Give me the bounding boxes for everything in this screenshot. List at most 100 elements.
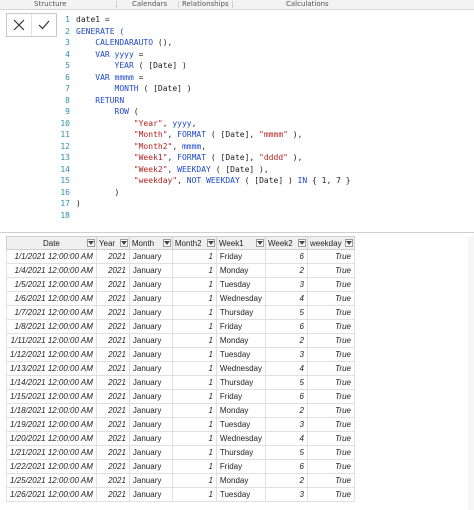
- table-cell-weekday[interactable]: True: [307, 249, 355, 264]
- table-cell-year[interactable]: 2021: [95, 431, 130, 446]
- table-cell-week2[interactable]: 5: [265, 375, 308, 390]
- table-cell-week2[interactable]: 6: [265, 459, 308, 474]
- table-cell-month2[interactable]: 1: [171, 305, 217, 320]
- table-cell-year[interactable]: 2021: [95, 473, 130, 488]
- table-cell-month[interactable]: January: [128, 375, 173, 390]
- table-cell-date[interactable]: 1/6/2021 12:00:00 AM: [6, 291, 97, 306]
- table-cell-year[interactable]: 2021: [95, 347, 130, 362]
- table-cell-date[interactable]: 1/4/2021 12:00:00 AM: [6, 263, 97, 278]
- column-header-year[interactable]: Year: [95, 236, 130, 250]
- table-cell-week1[interactable]: Friday: [215, 459, 267, 474]
- table-cell-month[interactable]: January: [128, 291, 173, 306]
- filter-dropdown-icon[interactable]: [298, 239, 306, 247]
- table-cell-weekday[interactable]: True: [307, 487, 355, 502]
- table-cell-month[interactable]: January: [128, 277, 173, 292]
- table-cell-year[interactable]: 2021: [95, 445, 130, 460]
- table-cell-week1[interactable]: Thursday: [215, 445, 267, 460]
- table-cell-date[interactable]: 1/20/2021 12:00:00 AM: [6, 431, 97, 446]
- table-cell-month2[interactable]: 1: [171, 319, 217, 334]
- table-cell-weekday[interactable]: True: [307, 403, 355, 418]
- table-cell-week2[interactable]: 3: [265, 347, 308, 362]
- table-cell-date[interactable]: 1/7/2021 12:00:00 AM: [6, 305, 97, 320]
- table-cell-month2[interactable]: 1: [171, 277, 217, 292]
- filter-dropdown-icon[interactable]: [256, 239, 264, 247]
- table-cell-weekday[interactable]: True: [307, 347, 355, 362]
- table-cell-week2[interactable]: 2: [265, 403, 308, 418]
- table-cell-year[interactable]: 2021: [95, 263, 130, 278]
- table-cell-year[interactable]: 2021: [95, 291, 130, 306]
- table-cell-year[interactable]: 2021: [95, 305, 130, 320]
- table-row[interactable]: 1/5/2021 12:00:00 AM 2021 January 1 Tuesday 3…: [6, 277, 355, 292]
- table-cell-month[interactable]: January: [128, 263, 173, 278]
- table-cell-year[interactable]: 2021: [95, 319, 130, 334]
- table-cell-month[interactable]: January: [128, 417, 173, 432]
- column-header-month2[interactable]: Month2: [171, 236, 217, 250]
- table-cell-week1[interactable]: Wednesday: [215, 291, 267, 306]
- table-cell-week2[interactable]: 2: [265, 263, 308, 278]
- table-cell-month2[interactable]: 1: [171, 375, 217, 390]
- table-cell-month[interactable]: January: [128, 403, 173, 418]
- table-cell-month[interactable]: January: [128, 445, 173, 460]
- table-cell-month2[interactable]: 1: [171, 333, 217, 348]
- table-row[interactable]: 1/25/2021 12:00:00 AM 2021 January 1 Monday 2…: [6, 473, 355, 488]
- table-cell-year[interactable]: 2021: [95, 389, 130, 404]
- filter-dropdown-icon[interactable]: [206, 239, 215, 247]
- table-cell-weekday[interactable]: True: [307, 459, 355, 474]
- table-cell-week2[interactable]: 2: [265, 333, 308, 348]
- column-header-week1[interactable]: Week1: [215, 236, 267, 250]
- commit-button[interactable]: [31, 14, 56, 36]
- table-cell-date[interactable]: 1/14/2021 12:00:00 AM: [6, 375, 97, 390]
- table-cell-week1[interactable]: Wednesday: [215, 431, 267, 446]
- table-row[interactable]: 1/14/2021 12:00:00 AM 2021 January 1 Thursda…: [6, 375, 355, 390]
- table-row[interactable]: 1/15/2021 12:00:00 AM 2021 January 1 Friday 6…: [6, 389, 355, 404]
- table-cell-month[interactable]: January: [128, 319, 173, 334]
- vertical-scrollbar[interactable]: [468, 236, 474, 510]
- filter-dropdown-icon[interactable]: [345, 239, 353, 247]
- table-cell-week2[interactable]: 5: [265, 445, 308, 460]
- table-cell-weekday[interactable]: True: [307, 445, 355, 460]
- table-cell-week1[interactable]: Monday: [215, 403, 267, 418]
- table-cell-week2[interactable]: 3: [265, 277, 308, 292]
- table-row[interactable]: 1/13/2021 12:00:00 AM 2021 January 1 Wednesd…: [6, 361, 355, 376]
- column-header-week2[interactable]: Week2: [265, 236, 308, 250]
- table-cell-month2[interactable]: 1: [171, 361, 217, 376]
- table-cell-month[interactable]: January: [128, 431, 173, 446]
- table-cell-week1[interactable]: Friday: [215, 389, 267, 404]
- table-cell-month2[interactable]: 1: [171, 487, 217, 502]
- table-cell-date[interactable]: 1/5/2021 12:00:00 AM: [6, 277, 97, 292]
- table-row[interactable]: 1/22/2021 12:00:00 AM 2021 January 1 Friday 6…: [6, 459, 355, 474]
- table-row[interactable]: 1/7/2021 12:00:00 AM 2021 January 1 Thursday…: [6, 305, 355, 320]
- table-cell-weekday[interactable]: True: [307, 361, 355, 376]
- table-row[interactable]: 1/11/2021 12:00:00 AM 2021 January 1 Monday 2…: [6, 333, 355, 348]
- table-cell-week2[interactable]: 6: [265, 249, 308, 264]
- column-header-weekday[interactable]: weekday: [307, 236, 355, 250]
- table-cell-weekday[interactable]: True: [307, 431, 355, 446]
- table-cell-month[interactable]: January: [128, 361, 173, 376]
- table-row[interactable]: 1/20/2021 12:00:00 AM 2021 January 1 Wednesd…: [6, 431, 355, 446]
- table-cell-month2[interactable]: 1: [171, 445, 217, 460]
- dax-formula-editor[interactable]: 1 date1 = 2 GENERATE (3 CALENDARAUTO (), 4 V…: [58, 14, 468, 221]
- table-cell-date[interactable]: 1/1/2021 12:00:00 AM: [6, 249, 97, 264]
- table-cell-week2[interactable]: 5: [265, 305, 308, 320]
- table-cell-date[interactable]: 1/15/2021 12:00:00 AM: [6, 389, 97, 404]
- table-cell-month[interactable]: January: [128, 487, 173, 502]
- column-header-date[interactable]: Date: [6, 236, 97, 250]
- table-cell-week2[interactable]: 4: [265, 291, 308, 306]
- table-cell-week1[interactable]: Tuesday: [215, 487, 267, 502]
- filter-dropdown-icon[interactable]: [119, 239, 128, 247]
- table-cell-weekday[interactable]: True: [307, 389, 355, 404]
- table-cell-date[interactable]: 1/11/2021 12:00:00 AM: [6, 333, 97, 348]
- table-cell-month2[interactable]: 1: [171, 389, 217, 404]
- table-cell-month2[interactable]: 1: [171, 431, 217, 446]
- table-cell-month[interactable]: January: [128, 473, 173, 488]
- table-row[interactable]: 1/21/2021 12:00:00 AM 2021 January 1 Thursda…: [6, 445, 355, 460]
- table-cell-week2[interactable]: 3: [265, 487, 308, 502]
- table-cell-month2[interactable]: 1: [171, 417, 217, 432]
- table-cell-weekday[interactable]: True: [307, 291, 355, 306]
- table-cell-year[interactable]: 2021: [95, 403, 130, 418]
- table-cell-year[interactable]: 2021: [95, 417, 130, 432]
- table-cell-month2[interactable]: 1: [171, 459, 217, 474]
- table-cell-date[interactable]: 1/8/2021 12:00:00 AM: [6, 319, 97, 334]
- table-cell-week1[interactable]: Friday: [215, 249, 267, 264]
- table-row[interactable]: 1/18/2021 12:00:00 AM 2021 January 1 Monday 2…: [6, 403, 355, 418]
